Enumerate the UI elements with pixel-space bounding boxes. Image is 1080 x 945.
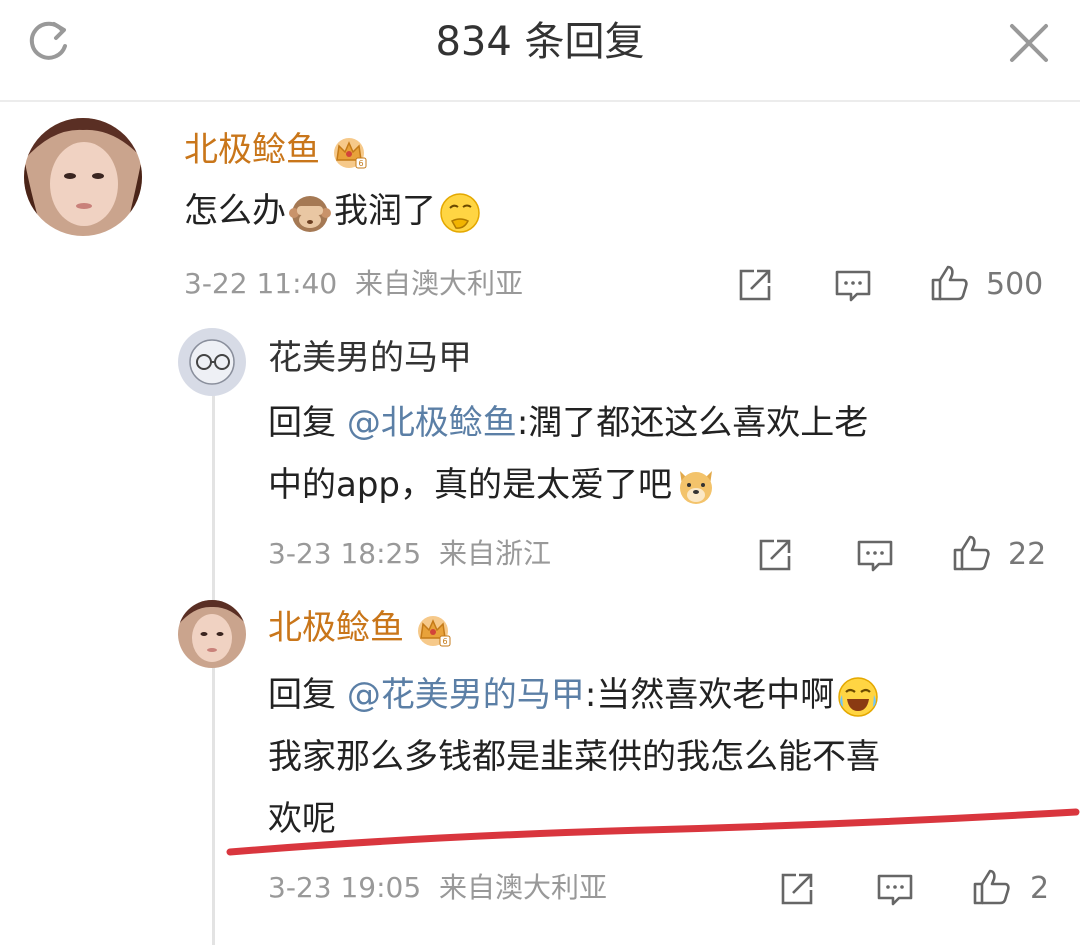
replies-title: 834 条回复 [435, 19, 645, 65]
mention-link[interactable]: @花美男的马甲 [347, 675, 585, 715]
mention-link[interactable]: @北极鲶鱼 [347, 403, 517, 443]
reply-line-2: 中的app，真的是太爱了吧 [268, 454, 1058, 516]
close-icon[interactable] [1006, 20, 1052, 66]
share-icon[interactable] [776, 868, 818, 910]
like-count: 22 [1008, 537, 1047, 572]
reply-line-2: 我家那么多钱都是韭菜供的我怎么能不喜 [268, 737, 880, 777]
crown-badge-icon [414, 612, 452, 648]
red-underline-annotation [226, 808, 1080, 856]
thinking-face-icon [438, 191, 482, 235]
comment-icon[interactable] [874, 868, 916, 910]
like-count: 2 [1030, 871, 1050, 906]
crown-badge-icon [330, 134, 368, 170]
comment-username[interactable]: 北极鲶鱼 [184, 128, 368, 172]
like-count: 500 [986, 267, 1044, 302]
reply-meta: 3-23 19:05 来自澳大利亚 [268, 871, 607, 904]
share-icon[interactable] [754, 534, 796, 576]
avatar[interactable] [178, 600, 246, 668]
reply-line-1: 回复 @北极鲶鱼:潤了都还这么喜欢上老 [268, 403, 869, 443]
comment-text: 怎么办 我润了 [184, 180, 484, 242]
reply-line-1: 回复 @花美男的马甲:当然喜欢老中啊 [268, 664, 1058, 726]
comment-icon[interactable] [832, 264, 874, 306]
reply-meta: 3-23 18:25 来自浙江 [268, 537, 551, 570]
reply-username[interactable]: 花美男的马甲 [268, 336, 472, 380]
dog-face-icon [674, 465, 718, 509]
avatar[interactable] [24, 118, 142, 236]
avatar[interactable] [178, 328, 246, 396]
share-icon[interactable] [734, 264, 776, 306]
see-no-evil-monkey-icon [288, 191, 332, 235]
tears-of-joy-icon [836, 675, 880, 719]
like-icon[interactable] [950, 532, 992, 574]
like-icon[interactable] [970, 866, 1012, 908]
comment-meta: 3-22 11:40 来自澳大利亚 [184, 267, 523, 300]
comment-icon[interactable] [854, 534, 896, 576]
reply-username[interactable]: 北极鲶鱼 [268, 606, 452, 650]
reply-text: 回复 @北极鲶鱼:潤了都还这么喜欢上老 中的app，真的是太爱了吧 [268, 392, 1058, 516]
dialog-header: 834 条回复 [0, 0, 1080, 102]
like-icon[interactable] [928, 262, 970, 304]
